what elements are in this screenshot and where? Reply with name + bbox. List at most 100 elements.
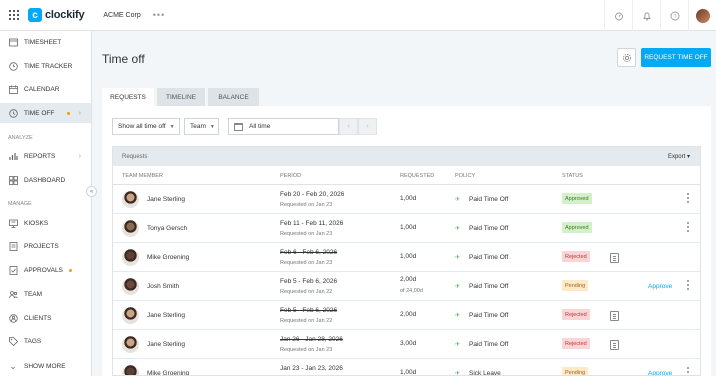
table-row[interactable]: Josh Smith Feb 5 - Feb 6, 2026 Requested o… <box>113 272 700 301</box>
time-off-icon <box>8 108 18 118</box>
column-header-team-member[interactable]: Team member <box>122 173 163 179</box>
calendar-icon <box>234 122 243 131</box>
member-name[interactable]: Tonya Gersch <box>147 225 187 232</box>
sidebar-item-label: Time Tracker <box>24 62 73 70</box>
chevron-right-icon: › <box>78 109 81 117</box>
date-range-picker[interactable]: All time <box>228 118 339 135</box>
sidebar-item-kiosks[interactable]: Kiosks <box>0 213 91 233</box>
avatar <box>122 336 139 353</box>
chevron-down-icon: ⌄ <box>9 360 17 371</box>
page-title: Time off <box>102 52 145 66</box>
policy-name: Paid Time Off <box>469 225 509 232</box>
note-icon[interactable] <box>610 253 619 263</box>
period-range: Feb 5 - Feb 6, 2026 <box>280 307 338 314</box>
table-row[interactable]: Mike Groening Jan 23 - Jan 23, 2026 1,00d ✈… <box>113 359 700 376</box>
table-row[interactable]: Jane Sterling Feb 20 - Feb 20, 2026 Reques… <box>113 185 700 214</box>
request-time-off-button[interactable]: Request time off <box>641 48 711 67</box>
status-badge: Rejected <box>562 309 590 320</box>
status-filter-dropdown[interactable]: Show all time off ▼ <box>112 118 180 135</box>
sidebar-item-label: Approvals <box>24 266 63 274</box>
table-row[interactable]: Jane Sterling Jan 26 - Jan 28, 2026 Reques… <box>113 330 700 359</box>
member-name[interactable]: Jane Sterling <box>147 196 185 203</box>
sidebar-item-time-tracker[interactable]: Time Tracker <box>0 56 91 76</box>
help-icon[interactable]: ? <box>660 0 688 31</box>
workspace-more-icon[interactable]: ••• <box>153 10 165 20</box>
brand-name: clockify <box>45 9 85 21</box>
user-avatar[interactable] <box>688 0 716 31</box>
member-name[interactable]: Mike Groening <box>147 254 189 261</box>
requested-on: Requested on Jan 23 <box>280 260 333 266</box>
member-name[interactable]: Josh Smith <box>147 283 179 290</box>
tab-timeline[interactable]: Timeline <box>157 88 205 106</box>
member-name[interactable]: Jane Sterling <box>147 341 185 348</box>
sidebar-item-label: Team <box>24 290 43 298</box>
bell-icon[interactable] <box>632 0 660 31</box>
member-name[interactable]: Mike Groening <box>147 370 189 375</box>
status-badge: Pending <box>562 280 589 291</box>
table-row[interactable]: Mike Groening Feb 6 - Feb 6, 2026 Requeste… <box>113 243 700 272</box>
projects-icon <box>8 241 18 251</box>
status-badge: Pending <box>562 367 589 375</box>
period-range: Feb 5 - Feb 6, 2026 <box>280 278 338 285</box>
sidebar-item-clients[interactable]: Clients <box>0 308 91 328</box>
approve-button[interactable]: Approve <box>648 370 672 375</box>
policy-name: Sick Leave <box>469 370 501 376</box>
tag-icon <box>8 336 18 346</box>
sidebar-item-projects[interactable]: Projects <box>0 236 91 256</box>
note-icon[interactable] <box>610 311 619 321</box>
policy-icon: ✈ <box>455 284 461 290</box>
chevron-right-icon: › <box>78 152 81 160</box>
collapse-sidebar-icon[interactable]: « <box>86 186 97 197</box>
column-header-status[interactable]: Status <box>562 173 583 179</box>
policy-name: Paid Time Off <box>469 312 509 319</box>
sidebar-item-calendar[interactable]: Calendar <box>0 79 91 99</box>
show-more-button[interactable]: ⌄ Show more <box>0 356 91 376</box>
app-grid-icon[interactable] <box>9 10 19 20</box>
table-title: Requests <box>122 153 148 160</box>
requested-on: Requested on Jan 23 <box>280 202 333 208</box>
sidebar-item-reports[interactable]: Reports › <box>0 146 91 166</box>
column-header-period[interactable]: Period <box>280 173 301 179</box>
team-filter-dropdown[interactable]: Team ▼ <box>184 118 219 135</box>
balance-total: of 24,00d <box>400 288 423 294</box>
timer-icon[interactable] <box>604 0 632 31</box>
sidebar-item-timesheet[interactable]: Timesheet <box>0 32 91 52</box>
note-icon[interactable] <box>610 340 619 350</box>
more-options-icon[interactable] <box>686 280 690 290</box>
sidebar-item-team[interactable]: Team <box>0 284 91 304</box>
more-options-icon[interactable] <box>686 222 690 232</box>
period-range: Feb 6 - Feb 6, 2026 <box>280 249 338 256</box>
avatar <box>122 278 139 295</box>
table-header-bar: Requests Export ▾ <box>113 147 700 166</box>
table-row[interactable]: Jane Sterling Feb 5 - Feb 6, 2026 Requeste… <box>113 301 700 330</box>
more-options-icon[interactable] <box>686 367 690 375</box>
prev-period-button[interactable]: ‹ <box>339 118 358 135</box>
sidebar-item-dashboard[interactable]: Dashboard <box>0 170 91 190</box>
tab-balance[interactable]: Balance <box>208 88 259 106</box>
period-range: Feb 20 - Feb 20, 2026 <box>280 191 345 198</box>
column-header-requested[interactable]: Requested <box>400 173 434 179</box>
settings-gear-button[interactable] <box>617 48 636 67</box>
avatar <box>122 191 139 208</box>
approve-button[interactable]: Approve <box>648 283 672 290</box>
sidebar-item-label: Clients <box>24 314 52 322</box>
more-options-icon[interactable] <box>686 193 690 203</box>
requested-on: Requested on Jan 23 <box>280 231 333 237</box>
column-header-policy[interactable]: Policy <box>455 173 475 179</box>
member-name[interactable]: Jane Sterling <box>147 312 185 319</box>
calendar-icon <box>8 84 18 94</box>
table-row[interactable]: Tonya Gersch Feb 11 - Feb 11, 2026 Request… <box>113 214 700 243</box>
workspace-name[interactable]: ACME Corp <box>103 12 140 19</box>
sidebar-item-time-off[interactable]: Time Off › <box>0 103 91 123</box>
approvals-icon <box>8 265 18 275</box>
sidebar-item-tags[interactable]: Tags <box>0 331 91 351</box>
next-period-button[interactable]: › <box>358 118 377 135</box>
top-bar: c clockify ACME Corp ••• ? <box>0 0 716 31</box>
export-dropdown[interactable]: Export ▾ <box>668 153 690 160</box>
sidebar-item-approvals[interactable]: Approvals <box>0 260 91 280</box>
tab-requests[interactable]: Requests <box>102 88 154 106</box>
avatar <box>122 307 139 324</box>
avatar <box>122 365 139 375</box>
avatar <box>122 220 139 237</box>
logo[interactable]: c clockify <box>28 8 85 22</box>
